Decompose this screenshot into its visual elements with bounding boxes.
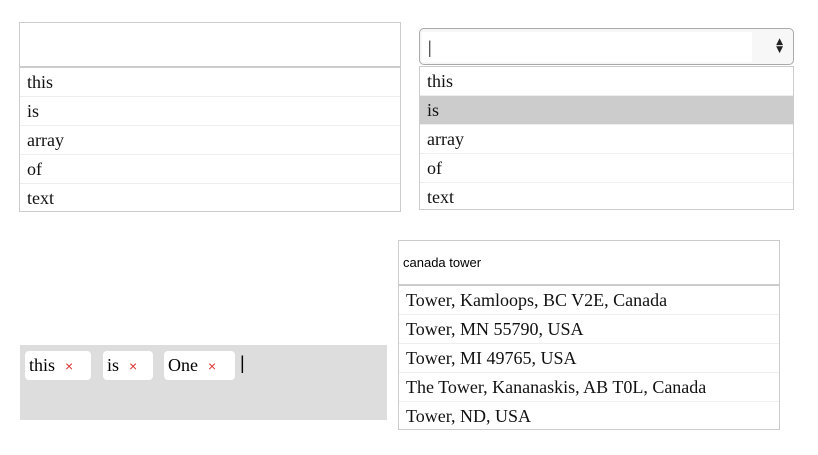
list-item[interactable]: Tower, MN 55790, USA xyxy=(399,315,779,344)
remove-tag-icon[interactable]: × xyxy=(129,358,137,374)
autocomplete-input[interactable] xyxy=(19,22,401,67)
tag-chip: this × xyxy=(24,350,92,381)
list-item[interactable]: Tower, ND, USA xyxy=(399,402,779,431)
list-item[interactable]: text xyxy=(20,184,400,213)
tag-chip: One × xyxy=(163,350,236,381)
list-item[interactable]: this xyxy=(20,68,400,97)
list-item[interactable]: Tower, MI 49765, USA xyxy=(399,344,779,373)
remove-tag-icon[interactable]: × xyxy=(208,358,216,374)
autocomplete-suggestion-list: this is array of text xyxy=(19,67,401,212)
list-item[interactable]: of xyxy=(20,155,400,184)
place-suggestion-list: Tower, Kamloops, BC V2E, Canada Tower, M… xyxy=(398,285,780,430)
tag-label: this xyxy=(29,355,56,375)
place-search-input[interactable] xyxy=(398,240,780,285)
combobox-select[interactable]: | ▲ ▼ xyxy=(419,28,794,65)
remove-tag-icon[interactable]: × xyxy=(65,358,73,374)
text-cursor: | xyxy=(240,353,245,373)
list-item[interactable]: of xyxy=(420,154,793,183)
list-item[interactable]: array xyxy=(420,125,793,154)
list-item-highlighted[interactable]: is xyxy=(420,96,793,125)
tag-label: is xyxy=(107,355,120,375)
combobox-input[interactable]: | xyxy=(422,32,752,62)
list-item[interactable]: is xyxy=(20,97,400,126)
tag-input[interactable]: this × is × One × | xyxy=(20,345,387,420)
combobox-option-list: this is array of text xyxy=(419,66,794,210)
list-item[interactable]: Tower, Kamloops, BC V2E, Canada xyxy=(399,286,779,315)
list-item[interactable]: this xyxy=(420,67,793,96)
list-item[interactable]: array xyxy=(20,126,400,155)
tag-label: One xyxy=(168,355,198,375)
updown-arrows-icon[interactable]: ▲ ▼ xyxy=(776,38,783,55)
list-item[interactable]: text xyxy=(420,183,793,212)
list-item[interactable]: The Tower, Kananaskis, AB T0L, Canada xyxy=(399,373,779,402)
tag-chip: is × xyxy=(102,350,154,381)
